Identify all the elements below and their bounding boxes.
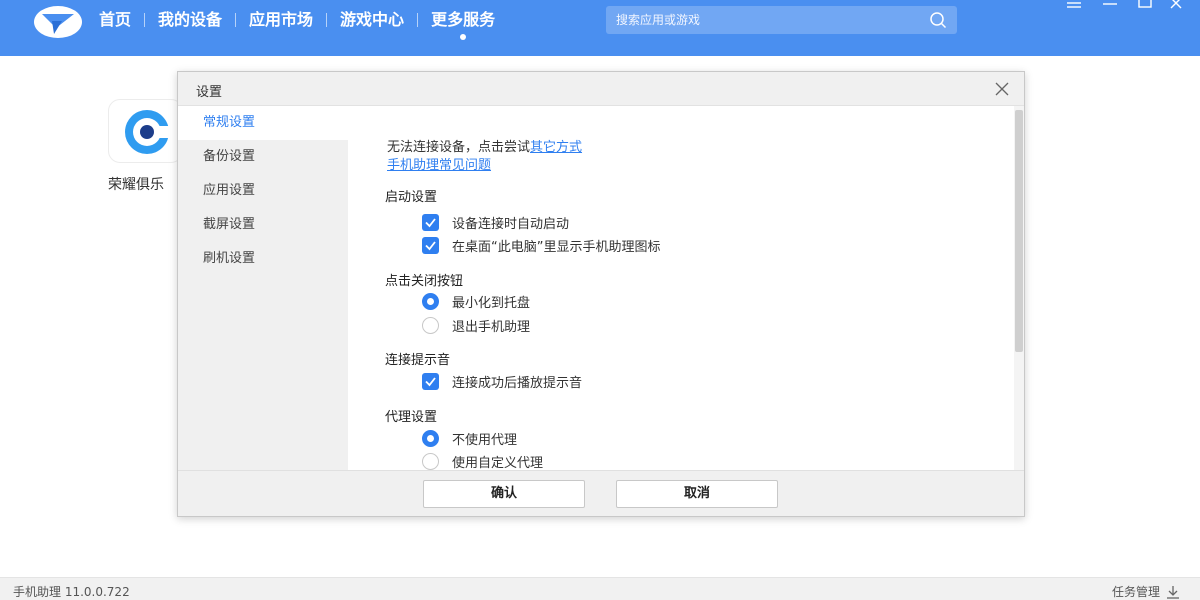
radio-label: 不使用代理 [452,432,518,448]
section-heading-proxy: 代理设置 [385,410,438,425]
checkbox-checked-icon [422,236,439,254]
section-heading-connect-sound: 连接提示音 [385,353,451,368]
checkbox-desktop-icon[interactable]: 在桌面“此电脑”里显示手机助理图标 [422,236,661,255]
download-icon [1167,585,1179,599]
active-nav-indicator [460,34,467,40]
close-window-icon[interactable] [1166,0,1188,12]
checkbox-label: 设备连接时自动启动 [452,216,570,232]
nav-item-label: 首页 [99,10,132,29]
sidebar-item-flash[interactable]: 刷机设置 [178,242,348,276]
checkbox-checked-icon [422,372,439,390]
menu-icon[interactable] [1063,0,1085,12]
app-logo-icon[interactable] [30,4,86,40]
checkbox-label: 连接成功后播放提示音 [452,375,583,391]
nav-item-my-devices[interactable]: 我的设备 [145,0,235,40]
nav-item-app-market[interactable]: 应用市场 [236,0,326,40]
checkbox-auto-start[interactable]: 设备连接时自动启动 [422,213,570,232]
main-nav: 首页 我的设备 应用市场 游戏中心 更多服务 [86,0,508,40]
search-input[interactable] [606,6,916,34]
radio-selected-icon [422,429,439,447]
version-text: 手机助理 11.0.0.722 [13,585,130,599]
connect-hint-text: 无法连接设备，点击尝试 [387,140,531,155]
radio-minimize-to-tray[interactable]: 最小化到托盘 [422,292,531,311]
minimize-icon[interactable] [1099,0,1121,12]
sidebar-item-general[interactable]: 常规设置 [178,106,348,140]
checkbox-checked-icon [422,213,439,231]
sidebar-item-apps[interactable]: 应用设置 [178,174,348,208]
nav-item-home[interactable]: 首页 [86,0,144,40]
checkbox-play-sound[interactable]: 连接成功后播放提示音 [422,372,583,391]
faq-link[interactable]: 手机助理常见问题 [387,154,491,173]
section-heading-startup: 启动设置 [385,190,438,205]
search-icon[interactable] [929,11,947,29]
top-bar: 首页 我的设备 应用市场 游戏中心 更多服务 [0,0,1200,56]
settings-dialog: 设置 常规设置 备份设置 应用设置 截屏设置 刷机设置 无法连接设备，点击尝试其… [177,71,1025,517]
app-card-label: 荣耀俱乐 [108,177,164,193]
other-methods-link[interactable]: 其它方式 [530,140,582,155]
radio-label: 最小化到托盘 [452,295,531,311]
radio-unselected-icon [422,452,439,470]
radio-custom-proxy[interactable]: 使用自定义代理 [422,452,543,470]
scrollbar-thumb[interactable] [1015,110,1023,352]
dialog-title-bar: 设置 [178,72,1024,106]
nav-item-more-services[interactable]: 更多服务 [418,0,508,40]
close-icon[interactable] [994,81,1010,97]
task-manager-button[interactable]: 任务管理 [1112,583,1180,600]
dialog-title: 设置 [196,85,223,100]
scrollbar[interactable] [1014,106,1024,470]
checkbox-label: 在桌面“此电脑”里显示手机助理图标 [452,239,661,255]
status-bar: 手机助理 11.0.0.722 任务管理 [0,577,1200,600]
nav-item-label: 应用市场 [249,10,314,29]
dialog-footer: 确认 取消 [178,470,1024,516]
confirm-button[interactable]: 确认 [423,480,585,508]
search-box [606,6,957,34]
nav-item-label: 更多服务 [431,10,496,29]
task-manager-label: 任务管理 [1111,585,1160,599]
radio-label: 使用自定义代理 [452,455,544,471]
cancel-button[interactable]: 取消 [616,480,778,508]
app-card-icon[interactable] [108,99,183,163]
honor-club-icon [125,110,171,154]
nav-item-label: 游戏中心 [340,10,405,29]
connect-hint: 无法连接设备，点击尝试其它方式 [387,136,582,155]
nav-item-game-center[interactable]: 游戏中心 [327,0,417,40]
sidebar-item-screenshot[interactable]: 截屏设置 [178,208,348,242]
maximize-icon[interactable] [1134,0,1156,12]
section-heading-close-button: 点击关闭按钮 [385,274,464,289]
settings-sidebar: 常规设置 备份设置 应用设置 截屏设置 刷机设置 [178,106,348,470]
settings-content: 无法连接设备，点击尝试其它方式 手机助理常见问题 启动设置 设备连接时自动启动 … [348,106,1024,470]
radio-label: 退出手机助理 [452,319,531,335]
radio-exit-app[interactable]: 退出手机助理 [422,316,531,335]
nav-item-label: 我的设备 [158,10,223,29]
radio-no-proxy[interactable]: 不使用代理 [422,429,518,448]
radio-selected-icon [422,292,439,310]
radio-unselected-icon [422,316,439,334]
sidebar-item-backup[interactable]: 备份设置 [178,140,348,174]
